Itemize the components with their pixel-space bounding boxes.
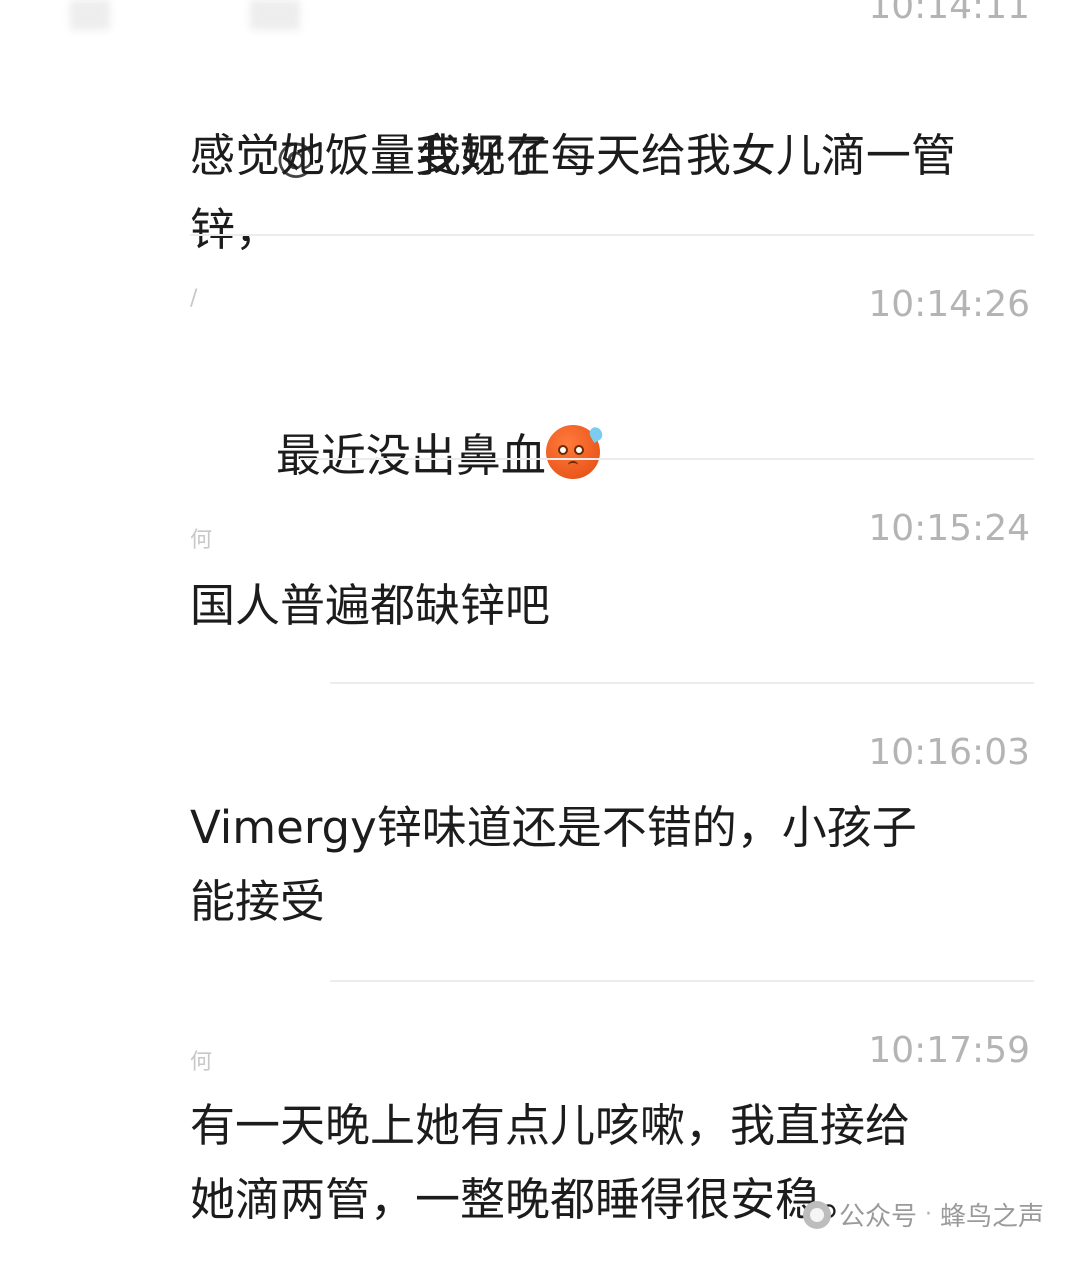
sender-name: 何 — [190, 1050, 214, 1075]
message-text-line: 有一天晚上她有点儿咳嗽，我直接给 — [190, 1099, 911, 1152]
message-timestamp: 10:15:24 — [868, 508, 1030, 549]
watermark-platform: 公众号 — [838, 1202, 917, 1232]
watermark-separator: · — [924, 1202, 932, 1227]
sender-name: / — [190, 286, 199, 311]
wechat-official-account-icon — [802, 1200, 831, 1229]
message-timestamp: 10:14:26 — [868, 284, 1030, 325]
message-timestamp: 10:16:03 — [868, 732, 1030, 773]
chat-message[interactable]: 10:16:03 Vimergy锌味道还是不错的，小孩子 能接受 — [0, 684, 1080, 982]
sender-name: 何 — [190, 528, 214, 553]
message-text-line: 感觉她饭量变好了 — [190, 129, 551, 182]
watermark-account: 蜂鸟之声 — [939, 1202, 1044, 1232]
message-text-line: Vimergy锌味道还是不错的，小孩子 — [190, 801, 917, 854]
chat-message[interactable]: 何 10:15:24 国人普遍都缺锌吧 — [0, 460, 1080, 684]
chat-message[interactable]: 10:14:11 @ 我现在每天给我女儿滴一管锌， 感觉她饭量变好了 — [0, 0, 1080, 256]
chat-message-list: 10:14:11 @ 我现在每天给我女儿滴一管锌， 感觉她饭量变好了 / 10:1… — [0, 0, 1080, 1261]
watermark: 公众号 · 蜂鸟之声 — [802, 1196, 1044, 1233]
message-text-line: 能接受 — [190, 875, 326, 928]
message-text: 国人普遍都缺锌吧 — [190, 579, 551, 632]
chat-message[interactable]: / 10:14:26 最近没出鼻血 — [0, 236, 1080, 482]
message-timestamp: 10:14:11 — [868, 0, 1030, 27]
message-timestamp: 10:17:59 — [868, 1030, 1030, 1071]
